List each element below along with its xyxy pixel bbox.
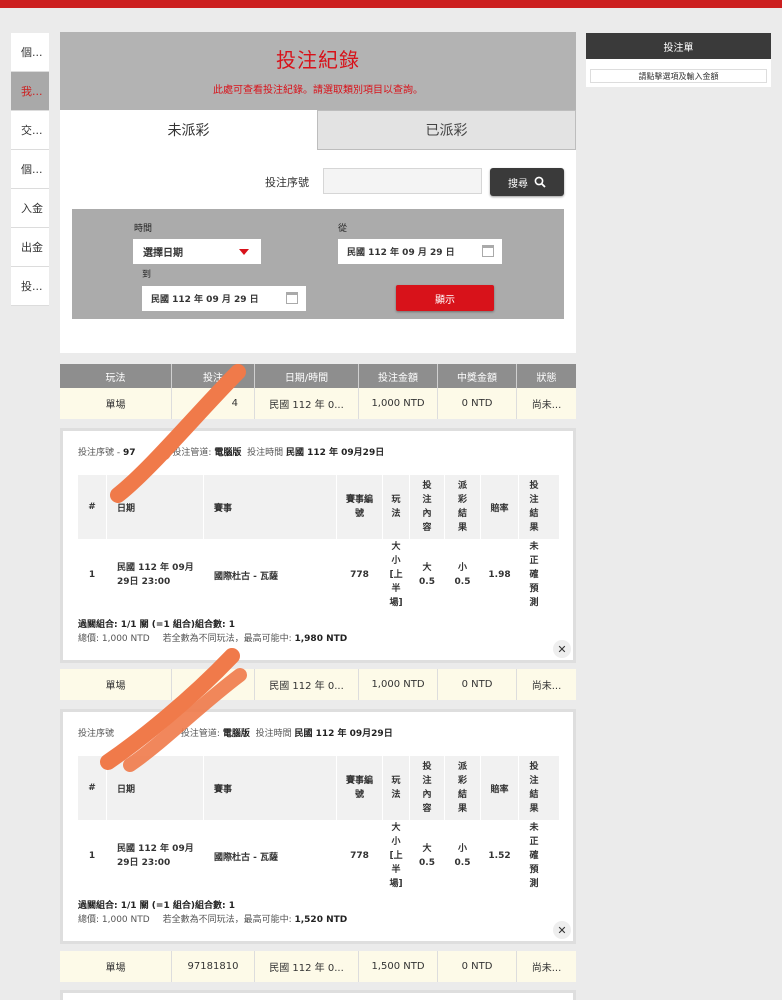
row-bet-id: 97181810 [172, 951, 255, 982]
nav-item-profile[interactable]: 個... [11, 33, 49, 72]
nav-item-transactions[interactable]: 交... [11, 111, 49, 150]
row-win: 0 NTD [438, 388, 517, 419]
page-header: 投注紀錄 此處可查看投注紀錄。請選取類別項目以查詢。 [60, 32, 576, 110]
bet-detail [60, 990, 576, 1000]
bet-detail-header: # 日期 賽事 賽事編號 玩法 投注內容 派彩結果 賠率 投注結果 [78, 475, 559, 539]
to-date-field[interactable]: 民國 112 年 09 月 29 日 [142, 286, 306, 311]
show-button[interactable]: 顯示 [396, 285, 494, 311]
row-bet-id [172, 669, 255, 700]
main-content: 投注紀錄 此處可查看投注紀錄。請選取類別項目以查詢。 未派彩 已派彩 投注序號 … [60, 32, 576, 353]
search-button-label: 搜尋 [508, 178, 528, 190]
tab-unsettled[interactable]: 未派彩 [60, 110, 317, 150]
page-title: 投注紀錄 [276, 48, 360, 72]
close-icon[interactable]: ✕ [553, 921, 571, 939]
row-amount: 1,500 NTD [359, 951, 438, 982]
row-bet-id: 4 [172, 388, 255, 419]
from-date-value: 民國 112 年 09 月 29 日 [347, 248, 455, 258]
close-icon[interactable]: ✕ [553, 640, 571, 658]
search-label: 投注序號 [265, 176, 309, 189]
from-label: 從 [338, 224, 348, 234]
col-amount: 投注金額 [359, 364, 438, 388]
bet-detail-table: # 日期 賽事 賽事編號 玩法 投注內容 派彩結果 賠率 投注結果 1 民國 1… [78, 756, 559, 892]
search-row: 投注序號 搜尋 [60, 168, 576, 196]
date-range-select-value: 選擇日期 [143, 248, 183, 259]
nav-item-my-bets[interactable]: 我... [11, 72, 49, 111]
bet-detail-table: # 日期 賽事 賽事編號 玩法 投注內容 派彩結果 賠率 投注結果 1 民國 1… [78, 475, 559, 611]
row-play: 單場 [60, 388, 172, 419]
tabs: 未派彩 已派彩 [60, 110, 576, 150]
total-summary: 總價: 1,000 NTD 若全數為不同玩法，最高可能中: 1,980 NTD [78, 634, 348, 644]
side-nav: 個... 我... 交... 個... 入金 出金 投... [11, 33, 49, 306]
row-amount: 1,000 NTD [359, 388, 438, 419]
row-status: 尚未... [531, 400, 562, 411]
bet-slip-title: 投注單 [586, 33, 771, 59]
row-play: 單場 [60, 951, 172, 982]
combo-summary: 過關組合: 1/1 關 (=1 組合)組合數: 1 [78, 620, 235, 630]
top-bar [0, 0, 782, 8]
bet-detail-header: # 日期 賽事 賽事編號 玩法 投注內容 派彩結果 賠率 投注結果 [78, 756, 559, 820]
filter-panel: 未派彩 已派彩 投注序號 搜尋 時間 從 選擇日期 民國 112 年 09 月 … [60, 110, 576, 353]
row-win: 0 NTD [438, 951, 517, 982]
search-input[interactable] [323, 168, 482, 194]
row-datetime: 民國 112 年 0... [255, 951, 359, 982]
bet-detail-meta: 投注序號 - 97 投注管道: 電腦版 投注時間 民國 112 年 09月29日 [78, 448, 385, 458]
nav-item-withdraw[interactable]: 出金 [11, 228, 49, 267]
row-win: 0 NTD [438, 669, 517, 700]
date-filter: 時間 從 選擇日期 民國 112 年 09 月 29 日 到 民國 112 年 … [72, 209, 564, 319]
total-summary: 總價: 1,000 NTD 若全數為不同玩法，最高可能中: 1,520 NTD [78, 915, 348, 925]
bet-detail-row: 1 民國 112 年 09月 29日 23:00 國際杜古 - 瓦薩 778 大… [78, 539, 559, 611]
nav-item-deposit[interactable]: 入金 [11, 189, 49, 228]
page-subtitle: 此處可查看投注紀錄。請選取類別項目以查詢。 [213, 85, 423, 96]
search-button[interactable]: 搜尋 [490, 168, 564, 196]
calendar-icon [286, 292, 298, 304]
search-icon [534, 176, 546, 188]
bet-slip-message: 請點擊選項及輸入金額 [590, 69, 767, 83]
to-date-value: 民國 112 年 09 月 29 日 [151, 295, 259, 305]
row-status: 尚未... [531, 681, 562, 692]
row-datetime: 民國 112 年 0... [255, 388, 359, 419]
row-datetime: 民國 112 年 0... [255, 669, 359, 700]
bet-detail: 投注序號 投注管道: 電腦版 投注時間 民國 112 年 09月29日 # 日期… [60, 709, 576, 944]
col-status: 狀態 [536, 372, 557, 384]
nav-item-personal[interactable]: 個... [11, 150, 49, 189]
to-label: 到 [142, 270, 152, 280]
col-win: 中獎金額 [438, 364, 517, 388]
time-label: 時間 [134, 224, 153, 234]
nav-item-bet[interactable]: 投... [11, 267, 49, 306]
table-row[interactable]: 單場 4 民國 112 年 0... 1,000 NTD 0 NTD 尚未... [60, 388, 576, 419]
row-play: 單場 [60, 669, 172, 700]
col-datetime: 日期/時間 [255, 364, 359, 388]
row-amount: 1,000 NTD [359, 669, 438, 700]
bet-detail-row: 1 民國 112 年 09月 29日 23:00 國際杜古 - 瓦薩 778 大… [78, 820, 559, 892]
table-row[interactable]: 單場 民國 112 年 0... 1,000 NTD 0 NTD 尚未... [60, 669, 576, 700]
table-row[interactable]: 單場 97181810 民國 112 年 0... 1,500 NTD 0 NT… [60, 951, 576, 982]
col-play: 玩法 [60, 364, 172, 388]
combo-summary: 過關組合: 1/1 關 (=1 組合)組合數: 1 [78, 901, 235, 911]
bet-detail: 投注序號 - 97 投注管道: 電腦版 投注時間 民國 112 年 09月29日… [60, 428, 576, 663]
caret-down-icon [239, 249, 249, 255]
from-date-field[interactable]: 民國 112 年 09 月 29 日 [338, 239, 502, 264]
tab-settled[interactable]: 已派彩 [317, 110, 576, 150]
col-bet-id: 投注 [172, 364, 255, 388]
row-status: 尚未... [531, 963, 562, 974]
date-range-select[interactable]: 選擇日期 [133, 239, 261, 264]
bets-table-header: 玩法 投注 日期/時間 投注金額 中獎金額 狀態 [60, 364, 576, 388]
bet-detail-meta: 投注序號 投注管道: 電腦版 投注時間 民國 112 年 09月29日 [78, 729, 393, 739]
calendar-icon [482, 245, 494, 257]
bet-slip: 投注單 請點擊選項及輸入金額 [586, 33, 771, 87]
